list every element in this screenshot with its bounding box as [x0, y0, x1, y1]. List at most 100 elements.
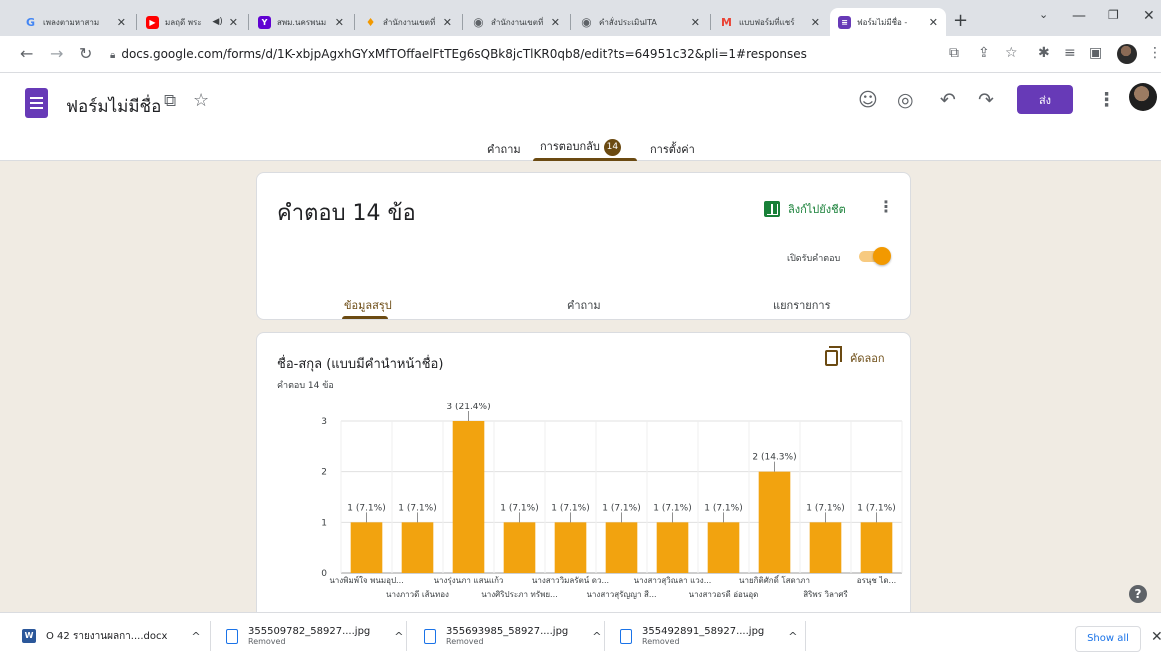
extensions-icon[interactable]: ✱: [1038, 45, 1050, 61]
data-label: 1 (7.1%): [704, 503, 742, 513]
tab-settings[interactable]: การตั้งค่า: [650, 140, 695, 158]
tab-separator: [462, 14, 463, 30]
form-title[interactable]: ฟอร์มไม่มีชื่อ: [66, 93, 161, 120]
reload-icon[interactable]: ↻: [79, 44, 92, 63]
question-title: ชื่อ-สกุล (แบบมีคำนำหน้าชื่อ): [277, 357, 444, 372]
google-icon: G: [25, 15, 36, 29]
chevron-up-icon[interactable]: ^: [788, 630, 797, 643]
chevron-up-icon[interactable]: ^: [592, 630, 601, 643]
chart-bar: [860, 522, 893, 573]
window-close-icon[interactable]: ✕: [1143, 8, 1155, 24]
tab-separator: [570, 14, 571, 30]
copy-chart-label: คัดลอก: [850, 352, 885, 365]
browser-tab[interactable]: ◉ คำสั่งประเมินITA ✕: [572, 8, 708, 36]
close-icon[interactable]: ✕: [551, 16, 560, 29]
subtab-individual[interactable]: แยกรายการ: [773, 296, 830, 314]
accepting-responses-toggle[interactable]: [857, 247, 891, 265]
browser-tab[interactable]: ▶ มลฤดี พระ ◀) ✕: [138, 8, 246, 36]
url-field[interactable]: 🔒︎ docs.google.com/forms/d/1K-xbjpAgxhGYx…: [110, 47, 807, 61]
browser-tab[interactable]: M แบบฟอร์มที่แชร์ ✕: [712, 8, 828, 36]
chevron-up-icon[interactable]: ^: [191, 630, 200, 643]
tab-questions[interactable]: คำถาม: [487, 140, 521, 158]
redo-icon[interactable]: ↷: [978, 89, 994, 111]
x-tick-label: นางสาวสุรัญญา สี...: [586, 590, 656, 599]
download-item[interactable]: 355693985_58927....jpg Removed ^: [424, 613, 601, 658]
data-label: 2 (14.3%): [752, 453, 796, 463]
new-tab-icon[interactable]: +: [953, 10, 968, 31]
x-tick-label: สิริพร วิลาศรี: [803, 590, 848, 599]
subtab-summary[interactable]: ข้อมูลสรุป: [344, 296, 392, 314]
close-icon[interactable]: ✕: [691, 16, 700, 29]
image-file-icon: [620, 628, 632, 644]
chart-bar: [503, 522, 536, 573]
browser-profile-avatar[interactable]: [1117, 44, 1137, 64]
user-avatar[interactable]: [1129, 83, 1157, 111]
translate-icon[interactable]: ⧉: [949, 45, 959, 61]
close-icon[interactable]: ✕: [811, 16, 820, 29]
data-label: 1 (7.1%): [398, 503, 436, 513]
flame-icon: ♦: [365, 15, 376, 29]
download-item[interactable]: W O 42 รายงานผลกา....docx ^: [22, 613, 201, 658]
reading-list-icon[interactable]: ≡: [1064, 45, 1076, 61]
download-bar: W O 42 รายงานผลกา....docx ^ 355509782_58…: [0, 612, 1161, 658]
tab-title: เพลงตามหาสาม: [43, 17, 100, 27]
more-options-icon[interactable]: ⋮: [878, 197, 894, 216]
chevron-up-icon[interactable]: ^: [394, 630, 403, 643]
link-to-sheets-label: ลิงก์ไปยังชีต: [788, 203, 846, 216]
browser-tab[interactable]: ◉ สำนักงานเขตที่ ✕: [464, 8, 568, 36]
url-text: docs.google.com/forms/d/1K-xbjpAgxhGYxMf…: [121, 47, 807, 61]
move-to-folder-icon[interactable]: ⧉: [164, 91, 176, 111]
help-icon[interactable]: ?: [1129, 585, 1147, 603]
tab-title: ฟอร์มไม่มีชื่อ -: [857, 17, 908, 27]
forward-icon[interactable]: →: [50, 44, 63, 63]
restore-icon[interactable]: ❐: [1108, 8, 1119, 22]
menu-icon[interactable]: ⋮: [1148, 45, 1161, 61]
y-tick-label: 2: [321, 468, 327, 478]
star-icon[interactable]: ☆: [193, 90, 209, 111]
download-item[interactable]: 355492891_58927....jpg Removed ^: [620, 613, 797, 658]
sheets-icon: [764, 201, 780, 217]
x-tick-label: นางพิมพ์ใจ พนมอุป...: [329, 575, 403, 585]
preview-eye-icon[interactable]: ◎: [897, 89, 914, 111]
copy-icon: [825, 346, 842, 366]
x-tick-label: อรนุช ได...: [857, 576, 896, 585]
lock-icon: 🔒︎: [110, 50, 116, 61]
side-panel-icon[interactable]: ▣: [1089, 45, 1102, 61]
download-filename: 355693985_58927....jpg: [446, 626, 569, 637]
browser-tab[interactable]: Y สพม.นครพนม ✕: [250, 8, 352, 36]
close-icon[interactable]: ✕: [335, 16, 344, 29]
subtab-question[interactable]: คำถาม: [567, 296, 601, 314]
close-icon[interactable]: ✕: [443, 16, 452, 29]
chart-bar: [758, 471, 791, 573]
link-to-sheets-button[interactable]: ลิงก์ไปยังชีต: [764, 200, 846, 218]
download-separator: [406, 621, 407, 651]
forms-logo-icon[interactable]: [25, 88, 48, 118]
palette-icon[interactable]: ☺: [858, 89, 878, 111]
chart-bar: [350, 522, 383, 573]
audio-icon[interactable]: ◀): [212, 17, 222, 27]
data-label: 1 (7.1%): [857, 503, 895, 513]
download-item[interactable]: 355509782_58927....jpg Removed ^: [226, 613, 403, 658]
send-button[interactable]: ส่ง: [1017, 85, 1073, 114]
download-status: Removed: [446, 637, 484, 646]
close-icon[interactable]: ✕: [929, 16, 938, 29]
copy-chart-button[interactable]: คัดลอก: [825, 346, 885, 367]
yahoo-icon: Y: [258, 15, 271, 29]
browser-tab-active[interactable]: ≡ ฟอร์มไม่มีชื่อ - ✕: [830, 8, 946, 36]
close-icon[interactable]: ✕: [117, 16, 126, 29]
bookmark-star-icon[interactable]: ☆: [1005, 45, 1018, 61]
back-icon[interactable]: ←: [20, 44, 33, 63]
undo-icon[interactable]: ↶: [940, 89, 956, 111]
show-all-downloads-button[interactable]: Show all: [1075, 626, 1141, 652]
minimize-icon[interactable]: —: [1072, 8, 1086, 24]
tab-responses[interactable]: การตอบกลับ 14: [540, 137, 621, 156]
more-options-icon[interactable]: ⋮: [1097, 89, 1116, 111]
browser-tab[interactable]: G เพลงตามหาสาม ✕: [16, 8, 134, 36]
share-icon[interactable]: ⇪: [978, 45, 990, 61]
data-label: 1 (7.1%): [653, 503, 691, 513]
close-icon[interactable]: ✕: [229, 16, 238, 29]
browser-tab[interactable]: ♦ สำนักงานเขตที่ ✕: [356, 8, 460, 36]
tab-search-icon[interactable]: ⌄: [1039, 8, 1048, 21]
close-download-bar-icon[interactable]: ✕: [1151, 629, 1161, 645]
tab-title: คำสั่งประเมินITA: [599, 17, 657, 27]
